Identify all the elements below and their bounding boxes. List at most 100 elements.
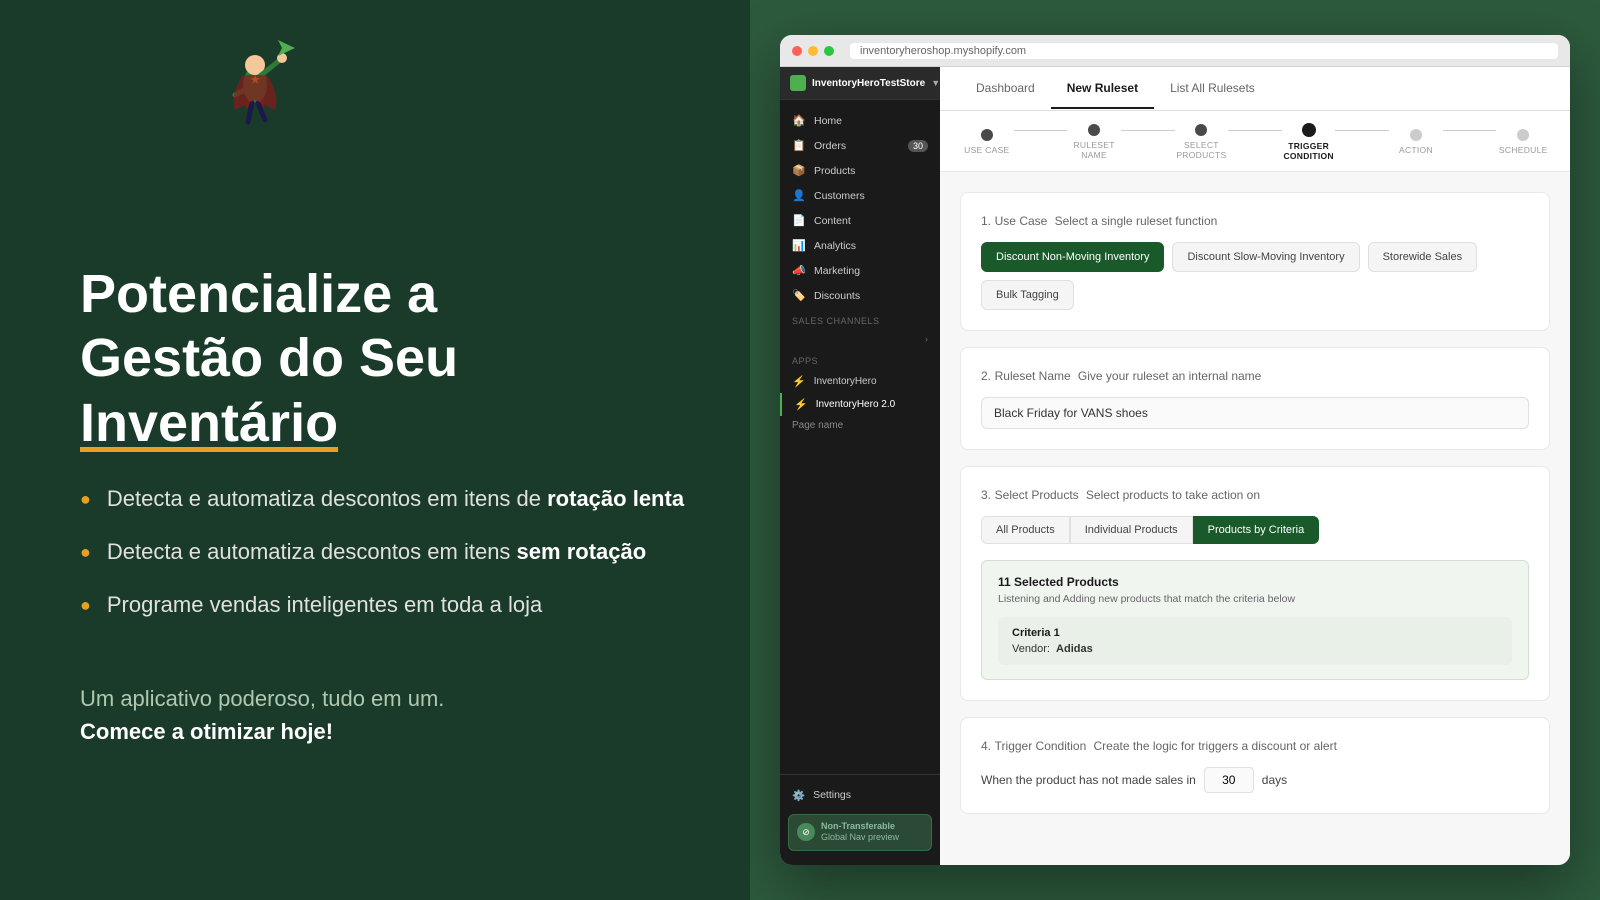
ruleset-name-section: 2. Ruleset Name Give your ruleset an int… <box>960 347 1550 450</box>
product-selector-buttons: All Products Individual Products Product… <box>981 516 1529 544</box>
settings-label: Settings <box>813 789 851 801</box>
tab-new-ruleset[interactable]: New Ruleset <box>1051 69 1154 109</box>
ruleset-name-input[interactable] <box>981 397 1529 429</box>
sidebar-item-home[interactable]: 🏠 Home <box>780 108 940 133</box>
sidebar-item-products[interactable]: 📦 Products <box>780 158 940 183</box>
use-case-section: 1. Use Case Select a single ruleset func… <box>960 192 1550 331</box>
product-btn-individual[interactable]: Individual Products <box>1070 516 1193 544</box>
criteria-item-1-detail: Vendor: Adidas <box>1012 643 1498 655</box>
sidebar-item-discounts[interactable]: 🏷️ Discounts <box>780 283 940 308</box>
sidebar-item-marketing[interactable]: 📣 Marketing <box>780 258 940 283</box>
use-case-btn-non-moving[interactable]: Discount Non-Moving Inventory <box>981 242 1164 272</box>
stepper-dot-products <box>1195 124 1207 136</box>
main-title: Potencialize a Gestão do Seu Inventário <box>80 262 690 456</box>
select-products-section: 3. Select Products Select products to ta… <box>960 466 1550 701</box>
stepper-dot-schedule <box>1517 129 1529 141</box>
use-case-btn-slow-moving[interactable]: Discount Slow-Moving Inventory <box>1172 242 1359 272</box>
sidebar-nav: 🏠 Home 📋 Orders 30 📦 Products 👤 Cu <box>780 100 940 774</box>
select-products-subtitle: Select products to take action on <box>1086 488 1260 502</box>
criteria-item-1-title: Criteria 1 <box>1012 627 1498 639</box>
sidebar-item-content-label: Content <box>814 215 851 227</box>
sidebar-app-inventoryhero[interactable]: ⚡ InventoryHero <box>780 370 940 393</box>
stepper-trigger: TRIGGER CONDITION <box>1282 123 1336 161</box>
stepper-label-schedule: SCHEDULE <box>1499 145 1548 155</box>
stepper-dot-use-case <box>981 129 993 141</box>
stepper-ruleset-name: RULESET NAME <box>1067 124 1121 160</box>
non-transferable-text: Non-Transferable Global Nav preview <box>821 821 899 844</box>
sidebar: InventoryHeroTestStore ▼ 🏠 Home 📋 Orders… <box>780 67 940 865</box>
use-case-btn-bulk-tagging[interactable]: Bulk Tagging <box>981 280 1074 310</box>
close-dot[interactable] <box>792 46 802 56</box>
sidebar-item-marketing-label: Marketing <box>814 265 860 277</box>
sidebar-app-inventoryhero2[interactable]: ⚡ InventoryHero 2.0 <box>780 393 940 416</box>
criteria-subtitle: Listening and Adding new products that m… <box>998 593 1512 605</box>
sidebar-app-inventoryhero-label: InventoryHero <box>814 376 877 387</box>
criteria-box: 11 Selected Products Listening and Addin… <box>981 560 1529 680</box>
store-selector[interactable]: InventoryHeroTestStore ▼ <box>780 67 940 100</box>
sidebar-item-orders[interactable]: 📋 Orders 30 <box>780 133 940 158</box>
apps-section-label: Apps <box>780 348 940 370</box>
analytics-icon: 📊 <box>792 239 806 252</box>
orders-icon: 📋 <box>792 139 806 152</box>
hero-icon <box>200 30 310 145</box>
stepper-dot-trigger <box>1302 123 1316 137</box>
store-chevron: ▼ <box>931 78 940 88</box>
minimize-dot[interactable] <box>808 46 818 56</box>
subtitle-text: Um aplicativo poderoso, tudo em um. Come… <box>80 682 690 748</box>
top-nav: Dashboard New Ruleset List All Rulesets <box>940 67 1570 111</box>
maximize-dot[interactable] <box>824 46 834 56</box>
sales-channels-label: Sales channels <box>780 308 940 330</box>
marketing-icon: 📣 <box>792 264 806 277</box>
stepper-dot-action <box>1410 129 1422 141</box>
stepper-select-products: SELECT PRODUCTS <box>1175 124 1229 160</box>
app-body: InventoryHeroTestStore ▼ 🏠 Home 📋 Orders… <box>780 67 1570 865</box>
customers-icon: 👤 <box>792 189 806 202</box>
stepper-line-3 <box>1228 130 1282 131</box>
window-url: inventoryheroshop.myshopify.com <box>850 43 1558 59</box>
sidebar-item-discounts-label: Discounts <box>814 290 860 302</box>
trigger-condition-section: 4. Trigger Condition Create the logic fo… <box>960 717 1550 814</box>
page-name-label: Page name <box>780 416 940 435</box>
stepper-label-ruleset: RULESET NAME <box>1067 140 1121 160</box>
sidebar-settings[interactable]: ⚙️ Settings <box>780 783 940 808</box>
sidebar-item-home-label: Home <box>814 115 842 127</box>
use-case-title: 1. Use Case Select a single ruleset func… <box>981 213 1529 228</box>
trigger-text-after: days <box>1262 773 1287 787</box>
use-case-subtitle: Select a single ruleset function <box>1055 214 1218 228</box>
sidebar-item-customers[interactable]: 👤 Customers <box>780 183 940 208</box>
content-scroll[interactable]: 1. Use Case Select a single ruleset func… <box>940 172 1570 865</box>
orders-badge: 30 <box>908 140 928 152</box>
app-window: inventoryheroshop.myshopify.com Inventor… <box>780 35 1570 865</box>
sidebar-item-customers-label: Customers <box>814 190 865 202</box>
settings-icon: ⚙️ <box>792 789 805 802</box>
window-titlebar: inventoryheroshop.myshopify.com <box>780 35 1570 67</box>
tab-list-all-rulesets[interactable]: List All Rulesets <box>1154 69 1271 109</box>
cta-text: Comece a otimizar hoje! <box>80 719 333 744</box>
stepper-action: ACTION <box>1389 129 1443 155</box>
trigger-days-input[interactable] <box>1204 767 1254 793</box>
main-content: Dashboard New Ruleset List All Rulesets … <box>940 67 1570 865</box>
stepper-label-action: ACTION <box>1399 145 1433 155</box>
criteria-item-1: Criteria 1 Vendor: Adidas <box>998 617 1512 665</box>
trigger-title: 4. Trigger Condition Create the logic fo… <box>981 738 1529 753</box>
product-btn-criteria[interactable]: Products by Criteria <box>1193 516 1320 544</box>
bullet-item-3: Programe vendas inteligentes em toda a l… <box>80 590 690 621</box>
inventoryhero-icon: ⚡ <box>792 375 806 388</box>
stepper-line-1 <box>1014 130 1068 131</box>
stepper-steps: USE CASE RULESET NAME SELECT PRODUCTS <box>960 123 1550 171</box>
tab-dashboard[interactable]: Dashboard <box>960 69 1051 109</box>
sidebar-item-orders-label: Orders <box>814 140 846 152</box>
stepper-schedule: SCHEDULE <box>1496 129 1550 155</box>
bullet-item-2: Detecta e automatiza descontos em itens … <box>80 537 690 568</box>
sidebar-item-products-label: Products <box>814 165 855 177</box>
sales-channels-chevron: › <box>925 334 928 344</box>
use-case-buttons: Discount Non-Moving Inventory Discount S… <box>981 242 1529 310</box>
sidebar-app-inventoryhero2-label: InventoryHero 2.0 <box>816 399 896 410</box>
sidebar-item-content[interactable]: 📄 Content <box>780 208 940 233</box>
sidebar-bottom: ⚙️ Settings ⊘ Non-Transferable Global Na… <box>780 774 940 865</box>
stepper-label-use-case: USE CASE <box>964 145 1009 155</box>
product-btn-all[interactable]: All Products <box>981 516 1070 544</box>
use-case-btn-storewide[interactable]: Storewide Sales <box>1368 242 1478 272</box>
sidebar-item-analytics[interactable]: 📊 Analytics <box>780 233 940 258</box>
bullet-list: Detecta e automatiza descontos em itens … <box>80 484 690 642</box>
